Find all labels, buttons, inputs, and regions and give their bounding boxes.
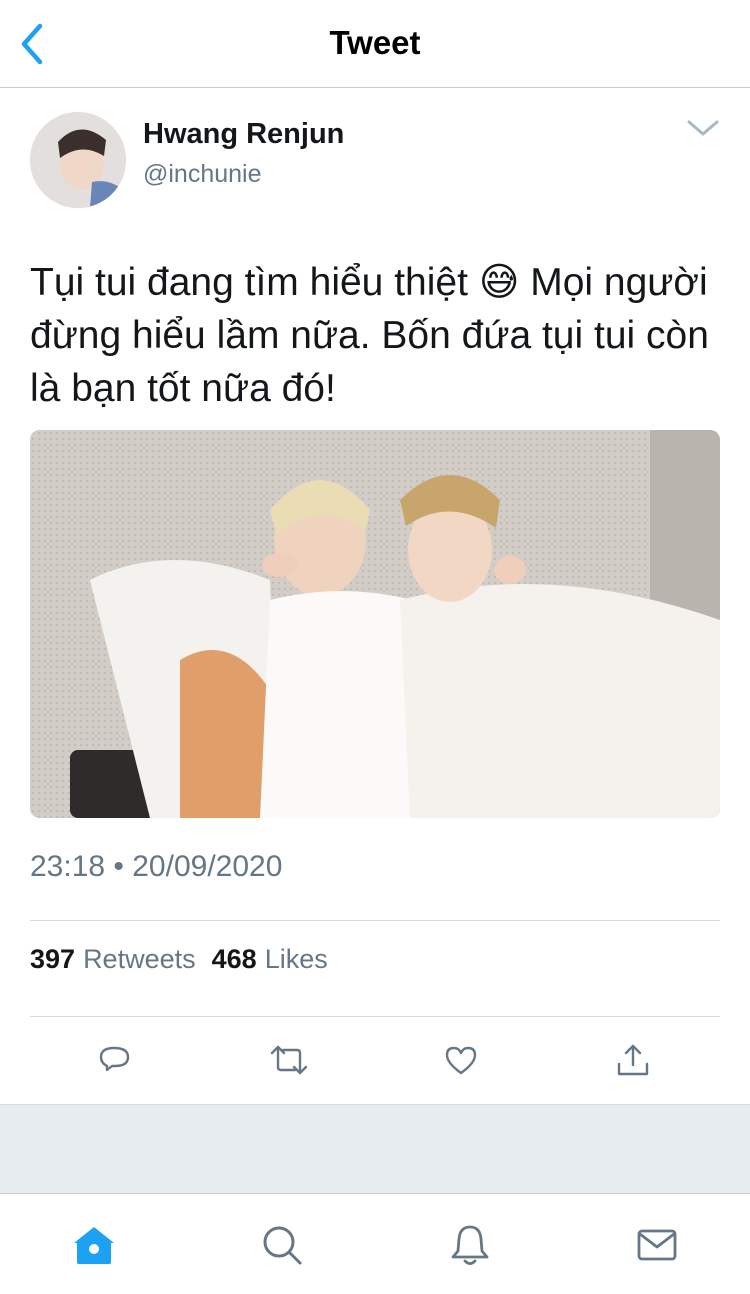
tweet-photo[interactable] — [30, 430, 720, 818]
retweets-count[interactable]: 397 — [30, 944, 75, 975]
more-options-button[interactable] — [686, 116, 720, 140]
tab-home[interactable] — [64, 1215, 124, 1275]
likes-count[interactable]: 468 — [212, 944, 257, 975]
tweet-author: Hwang Renjun @inchunie — [30, 112, 720, 208]
divider — [30, 1016, 720, 1017]
author-name[interactable]: Hwang Renjun — [143, 118, 344, 151]
tweet-actions — [30, 1030, 720, 1090]
chevron-down-icon — [687, 120, 719, 136]
tab-notifications[interactable] — [440, 1215, 500, 1275]
reply-button[interactable] — [90, 1030, 140, 1090]
tweet-text: Tụi tui đang tìm hiểu thiệt 😅 Mọi người … — [30, 261, 720, 410]
divider — [30, 920, 720, 921]
like-icon — [445, 1046, 477, 1075]
page-title: Tweet — [329, 24, 421, 61]
avatar[interactable] — [30, 112, 126, 208]
messages-icon — [637, 1229, 677, 1261]
notifications-icon — [451, 1225, 489, 1265]
retweets-label[interactable]: Retweets — [83, 944, 196, 975]
likes-label[interactable]: Likes — [265, 944, 328, 975]
timeline-spacer — [0, 1104, 750, 1194]
search-icon — [263, 1226, 302, 1265]
tab-bar — [0, 1195, 750, 1294]
author-handle[interactable]: @inchunie — [143, 160, 262, 189]
nav-bar: Tweet — [0, 0, 750, 88]
like-button[interactable] — [436, 1030, 486, 1090]
share-button[interactable] — [608, 1030, 658, 1090]
home-icon — [74, 1227, 114, 1264]
retweet-button[interactable] — [264, 1030, 314, 1090]
tab-search[interactable] — [252, 1215, 312, 1275]
share-icon — [617, 1044, 649, 1076]
retweet-icon — [270, 1045, 308, 1075]
tweet-stats: 397 Retweets 468 Likes — [30, 944, 328, 975]
tab-messages[interactable] — [627, 1215, 687, 1275]
tweet-timestamp: 23:18 • 20/09/2020 — [30, 850, 283, 883]
reply-icon — [99, 1046, 130, 1072]
